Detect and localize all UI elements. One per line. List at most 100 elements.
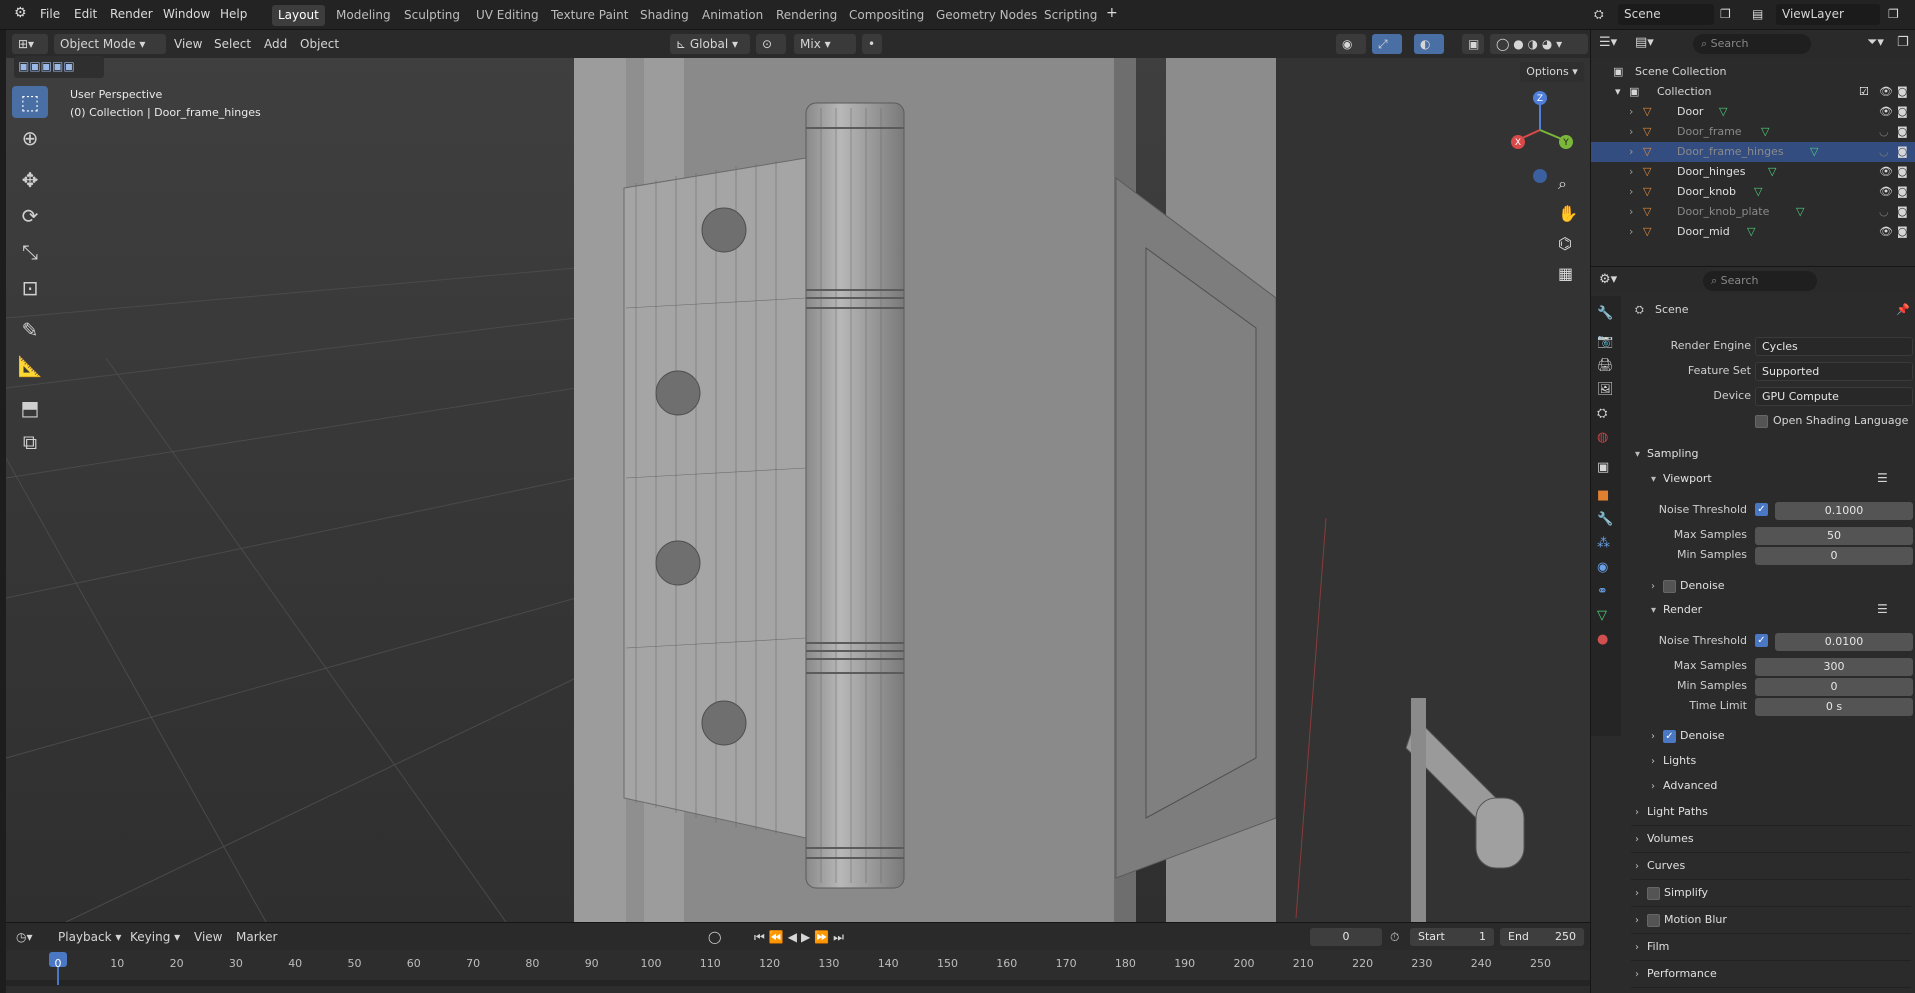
r-min-field[interactable]: 0	[1755, 678, 1913, 696]
viewport-subpanel-header[interactable]: ▾ Viewport	[1651, 472, 1712, 485]
transform-icon[interactable]: ⊡	[12, 272, 48, 304]
view-layer-tab-icon[interactable]: 🖼	[1597, 382, 1614, 397]
section-performance[interactable]: › Performance	[1635, 967, 1717, 980]
display-mode-icon[interactable]: ▤▾	[1635, 35, 1654, 50]
camera-icon[interactable]: ◙	[1897, 142, 1908, 162]
eye-icon[interactable]: ◡	[1879, 202, 1889, 222]
zoom-icon[interactable]: ⌕	[1558, 174, 1567, 194]
section-film[interactable]: › Film	[1635, 940, 1669, 953]
gizmo-toggle-icon[interactable]: ⤢	[1372, 34, 1402, 54]
expand-arrow-icon[interactable]: ›	[1629, 142, 1633, 162]
device-dropdown[interactable]: GPU Compute	[1755, 387, 1913, 406]
vp-denoise-checkbox[interactable]	[1663, 579, 1676, 593]
expand-arrow-icon[interactable]: ›	[1629, 202, 1633, 222]
scale-icon[interactable]: ⤡	[12, 236, 48, 268]
lights-subpanel[interactable]: › Lights	[1651, 754, 1696, 767]
eye-icon[interactable]: 👁	[1879, 182, 1893, 202]
blender-logo-icon[interactable]: ⚙	[14, 5, 27, 21]
tab-uv-editing[interactable]: UV Editing	[470, 5, 545, 26]
annotate-icon[interactable]: ✎	[12, 314, 48, 346]
feature-set-dropdown[interactable]: Supported	[1755, 362, 1913, 381]
particles-tab-icon[interactable]: ⁂	[1597, 536, 1610, 551]
tab-rendering[interactable]: Rendering	[770, 5, 843, 26]
tool-tab-icon[interactable]: 🔧	[1597, 306, 1613, 321]
camera-icon[interactable]: ◙	[1897, 122, 1908, 142]
modifier-tab-icon[interactable]: 🔧	[1597, 512, 1613, 527]
move-icon[interactable]: ✥	[12, 164, 48, 196]
autokey-icon[interactable]: ◯	[708, 927, 721, 947]
outliner-scene-collection[interactable]: ▣ Scene Collection	[1591, 62, 1915, 82]
visibility-icon[interactable]: ◉	[1336, 34, 1366, 54]
collection-tab-icon[interactable]: ▣	[1597, 460, 1609, 475]
timeline-menu-view[interactable]: View	[194, 927, 222, 947]
filter-icon[interactable]: ⏷▾	[1867, 35, 1884, 50]
add-cube-icon[interactable]: ⬒	[12, 392, 48, 424]
stopwatch-icon[interactable]: ⏱	[1390, 927, 1399, 947]
menu-edit[interactable]: Edit	[74, 7, 97, 21]
section-enable-checkbox[interactable]	[1647, 886, 1660, 900]
scene-selector[interactable]: Scene	[1618, 4, 1714, 25]
tab-scripting[interactable]: Scripting	[1038, 5, 1103, 26]
eye-icon[interactable]: 👁	[1879, 82, 1893, 102]
tab-modeling[interactable]: Modeling	[330, 5, 397, 26]
editor-type-icon[interactable]: ⊞▾	[12, 34, 48, 54]
properties-editor-icon[interactable]: ⚙▾	[1599, 272, 1617, 287]
select-box-mode-icons[interactable]: ▣▣▣▣▣	[18, 59, 75, 73]
pin-icon[interactable]: 📌	[1896, 303, 1910, 316]
r-noise-checkbox[interactable]: ✓	[1755, 634, 1768, 647]
select-mode-buttons[interactable]: ▣▣▣▣▣	[14, 56, 104, 78]
properties-search[interactable]: ⌕ Search	[1703, 271, 1817, 291]
viewlayer-selector[interactable]: ViewLayer	[1776, 4, 1880, 25]
3d-viewport[interactable]: User Perspective (0) Collection | Door_f…	[6, 58, 1590, 922]
world-tab-icon[interactable]: ◍	[1597, 430, 1608, 445]
collection-checkbox-icon[interactable]: ☑	[1859, 82, 1869, 102]
camera-icon[interactable]: ◙	[1897, 182, 1908, 202]
section-curves[interactable]: › Curves	[1635, 859, 1685, 872]
menu-render[interactable]: Render	[110, 7, 153, 21]
camera-icon[interactable]: ◙	[1897, 82, 1908, 102]
tab-layout[interactable]: Layout	[272, 5, 325, 26]
eye-icon[interactable]: 👁	[1879, 102, 1893, 122]
shading-modes[interactable]: ◯ ● ◑ ◕ ▾	[1490, 34, 1588, 54]
preset-list-icon[interactable]: ☰	[1877, 602, 1888, 616]
pivot-icon[interactable]: ⊙	[756, 34, 786, 54]
eye-icon[interactable]: ◡	[1879, 142, 1889, 162]
viewport-menu-view[interactable]: View	[174, 34, 202, 54]
section-volumes[interactable]: › Volumes	[1635, 832, 1694, 845]
eye-icon[interactable]: ◡	[1879, 122, 1889, 142]
section-light-paths[interactable]: › Light Paths	[1635, 805, 1708, 818]
expand-arrow-icon[interactable]: ›	[1629, 162, 1633, 182]
render-subpanel-header[interactable]: ▾ Render	[1651, 603, 1702, 616]
r-max-field[interactable]: 300	[1755, 658, 1913, 676]
menu-window[interactable]: Window	[163, 7, 210, 21]
scene-tab-icon[interactable]: ⛭	[1597, 406, 1607, 421]
tab-geometry-nodes[interactable]: Geometry Nodes	[930, 5, 1043, 26]
output-tab-icon[interactable]: 🖨	[1597, 358, 1614, 373]
cursor-icon[interactable]: ⊕	[12, 122, 48, 154]
navigation-gizmo[interactable]: Z X Y	[1506, 88, 1578, 188]
physics-tab-icon[interactable]: ◉	[1597, 560, 1608, 575]
measure-icon[interactable]: 📐	[12, 350, 48, 382]
overlay-toggle-icon[interactable]: ◐	[1414, 34, 1444, 54]
r-denoise-checkbox[interactable]: ✓	[1663, 729, 1676, 743]
render-tab-icon[interactable]: 📷	[1597, 334, 1613, 349]
osl-checkbox[interactable]	[1755, 415, 1768, 428]
timeline-menu-keying[interactable]: Keying ▾	[130, 927, 180, 947]
vp-noise-checkbox[interactable]: ✓	[1755, 503, 1768, 516]
start-frame-field[interactable]: Start 1	[1410, 928, 1494, 946]
camera-icon[interactable]: ◙	[1897, 102, 1908, 122]
vp-denoise-subpanel[interactable]: › Denoise	[1651, 579, 1725, 593]
vp-noise-field[interactable]: 0.1000	[1775, 502, 1913, 520]
end-frame-field[interactable]: End 250	[1500, 928, 1584, 946]
outliner-search[interactable]: ⌕ Search	[1693, 34, 1811, 54]
timeline-menu-marker[interactable]: Marker	[236, 927, 277, 947]
viewport-menu-add[interactable]: Add	[264, 34, 287, 54]
r-noise-field[interactable]: 0.0100	[1775, 633, 1913, 651]
snap-selector[interactable]: Mix ▾	[794, 34, 856, 54]
advanced-subpanel[interactable]: › Advanced	[1651, 779, 1717, 792]
collapse-icon[interactable]: ▾	[1615, 82, 1621, 102]
extrude-icon[interactable]: ⧉	[12, 426, 48, 458]
add-workspace-icon[interactable]: +	[1106, 5, 1118, 21]
current-frame-field[interactable]: 0	[1310, 928, 1382, 946]
tab-compositing[interactable]: Compositing	[843, 5, 930, 26]
